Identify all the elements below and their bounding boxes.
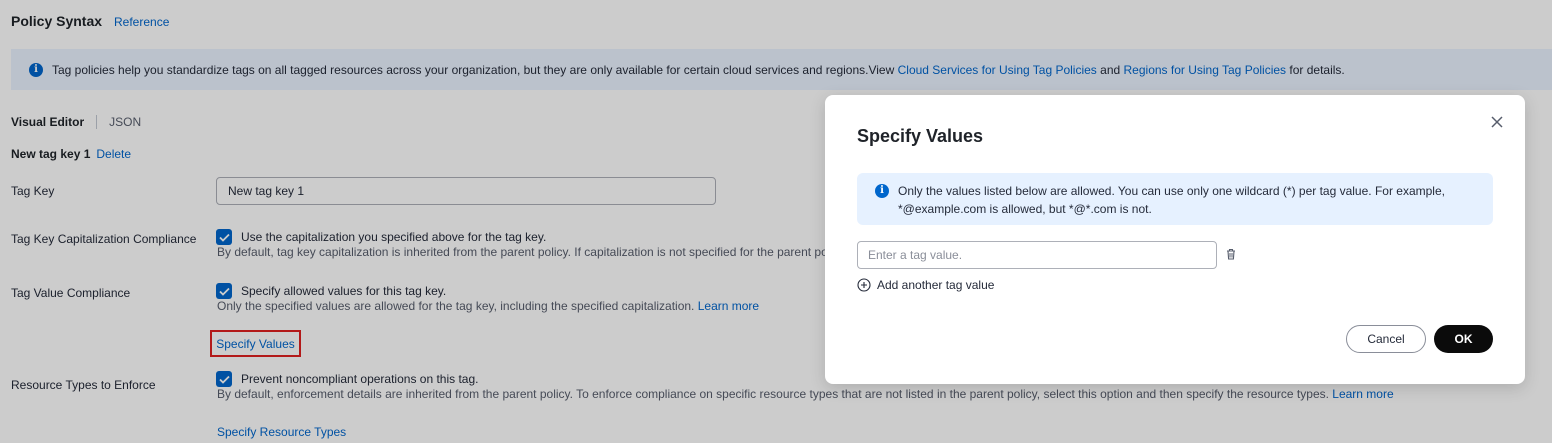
dialog-title: Specify Values [857, 126, 984, 146]
cancel-button[interactable]: Cancel [1346, 325, 1426, 353]
ok-button[interactable]: OK [1434, 325, 1493, 353]
close-icon[interactable] [1488, 113, 1506, 131]
dialog-info-text: Only the values listed below are allowed… [898, 184, 1445, 216]
info-icon: i [875, 184, 889, 198]
tag-value-input[interactable] [857, 241, 1217, 269]
add-tag-value-button[interactable]: Add another tag value [857, 278, 994, 292]
plus-circle-icon [857, 278, 871, 292]
specify-values-dialog: Specify Values i Only the values listed … [825, 95, 1525, 384]
dialog-info-banner: i Only the values listed below are allow… [857, 173, 1493, 225]
trash-icon[interactable] [1224, 247, 1238, 261]
